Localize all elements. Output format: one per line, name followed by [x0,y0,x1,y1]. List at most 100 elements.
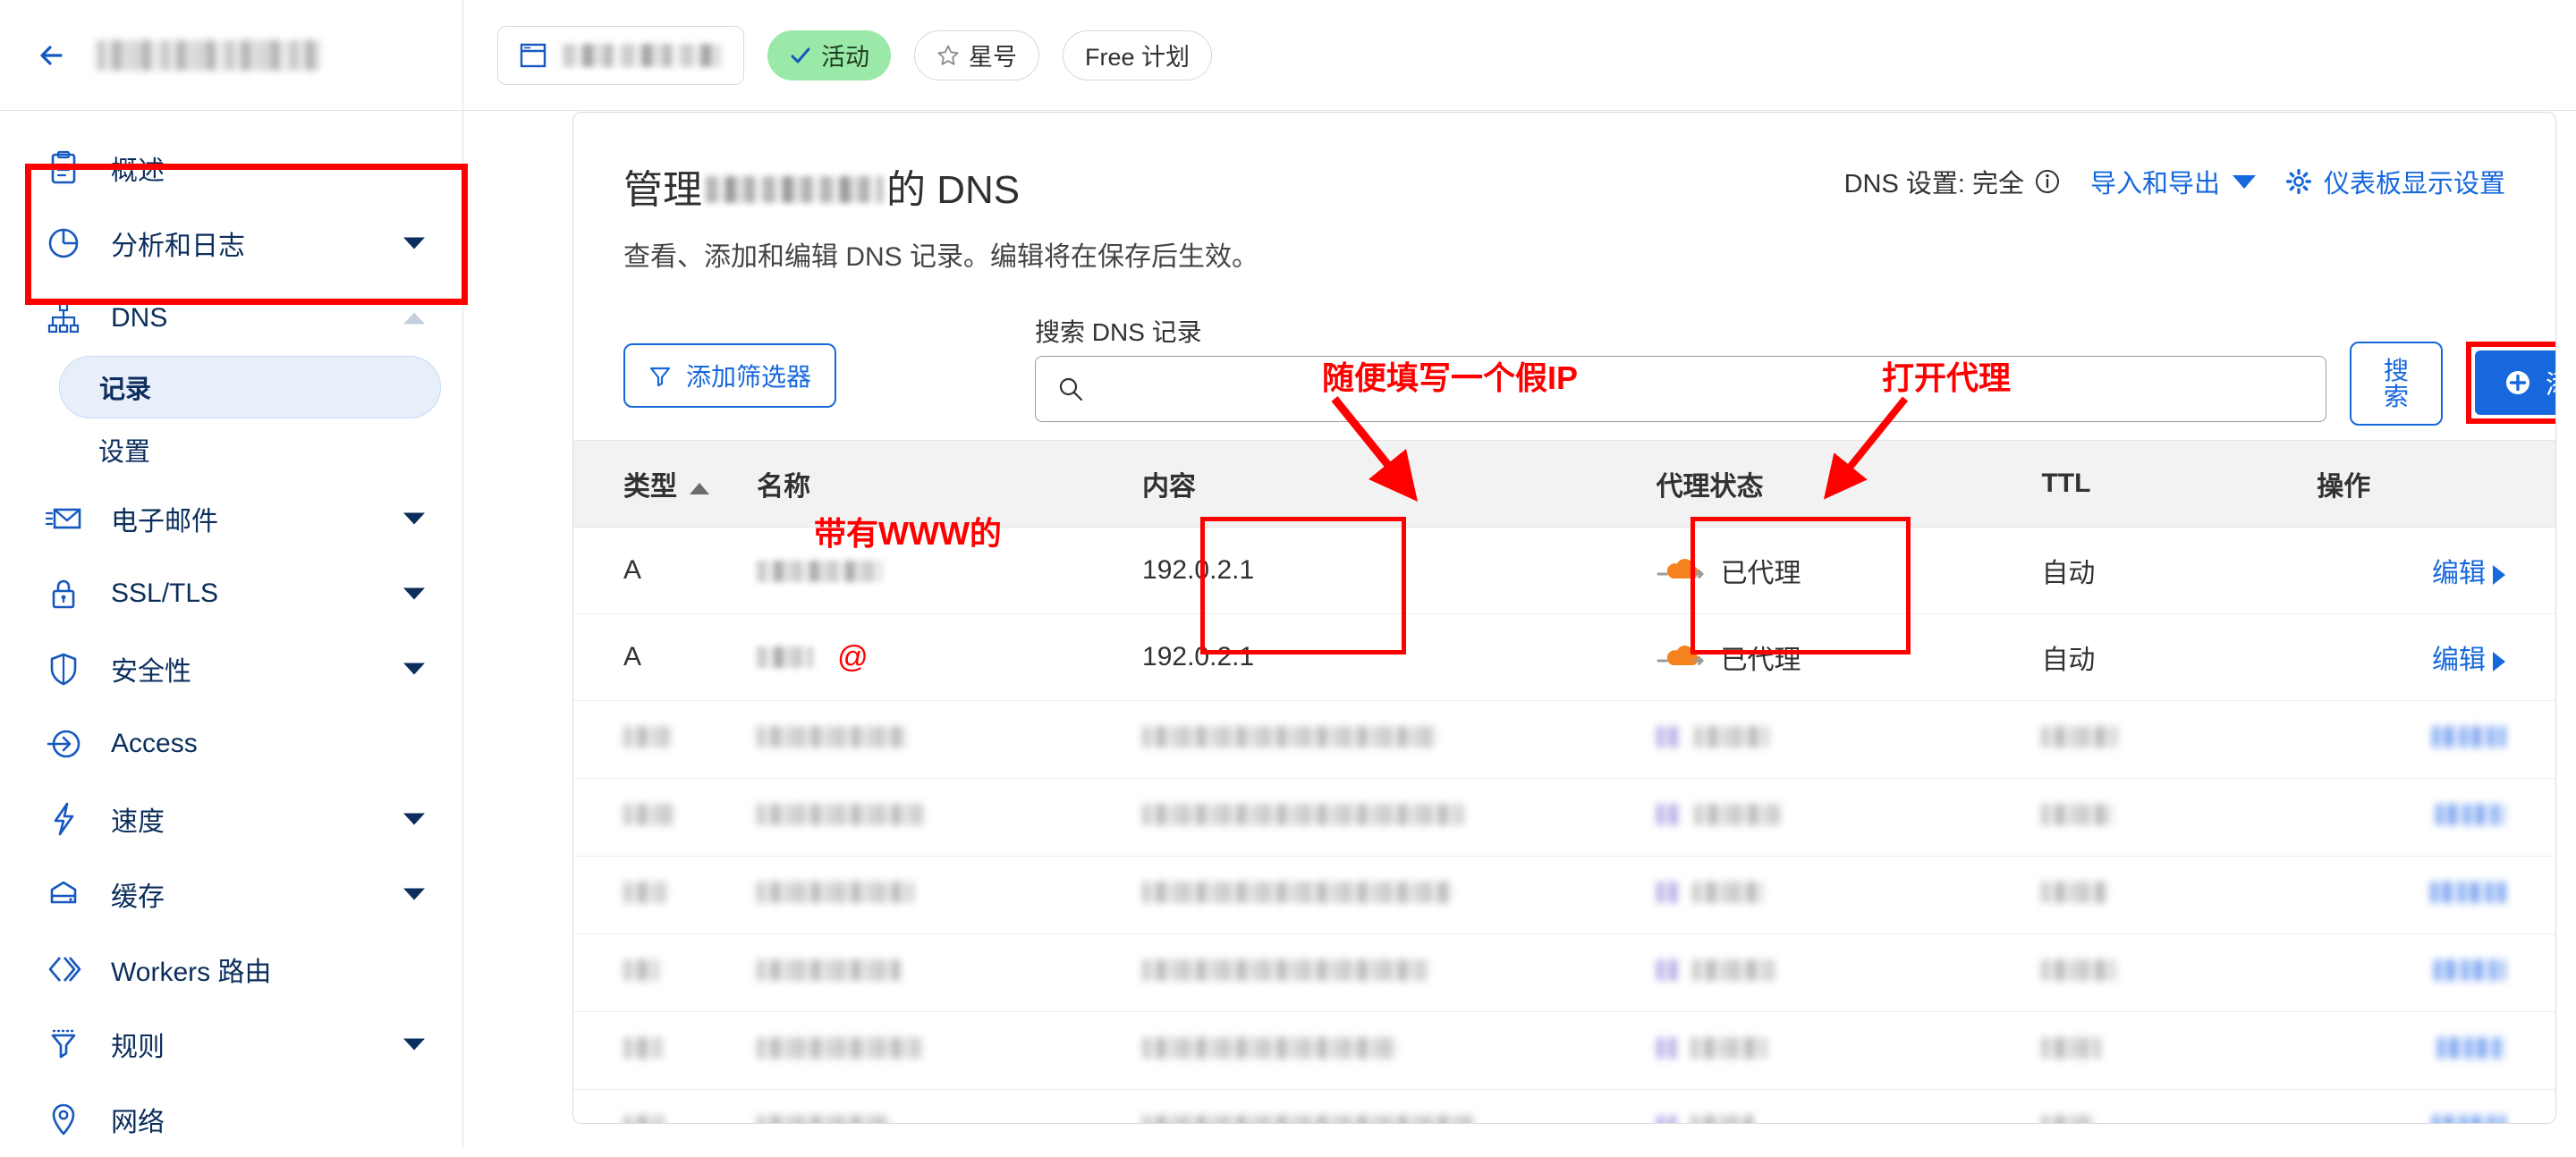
edit-record-link[interactable]: 编辑 [2432,646,2486,675]
cell-proxy-status[interactable] [1656,933,2042,1012]
cell-proxy-status[interactable] [1656,778,2042,857]
cell-actions[interactable]: 编辑 [2317,613,2555,701]
annotation-at-symbol: @ [837,639,869,674]
top-bar: 活动 星号 Free 计划 [0,0,2576,111]
sidebar-item-caching[interactable]: 缓存 [0,857,462,932]
redacted-proxy-icon [1656,804,1680,825]
clipboard-icon [45,149,82,187]
cell-actions[interactable] [2317,1011,2555,1090]
table-row[interactable] [573,933,2555,1012]
redacted-edit-link [2436,804,2505,825]
gear-icon [2285,168,2312,195]
cell-actions[interactable] [2317,778,2555,857]
cell-proxy-status[interactable]: 已代理 [1656,613,2042,701]
site-selector-chip[interactable] [497,25,744,85]
table-row[interactable] [573,856,2555,934]
column-header-label: 操作 [2317,472,2371,502]
cell-content [1142,933,1657,1012]
cell-actions[interactable]: 编辑 [2317,527,2555,614]
cell-proxy-status[interactable] [1656,700,2042,779]
cell-proxy-status[interactable] [1656,856,2042,934]
table-row[interactable]: A 192.0.2.1 已代理 自动 编辑 [573,527,2555,614]
table-row[interactable] [573,778,2555,857]
sidebar-item-dns-records[interactable]: 记录 [59,356,441,418]
sidebar-item-security[interactable]: 安全性 [0,631,462,706]
chevron-down-icon[interactable] [403,888,425,900]
table-row[interactable] [573,1011,2555,1090]
table-row[interactable]: A @ 192.0.2.1 已代理 自动 编辑 [573,613,2555,701]
cell-proxy-status[interactable]: 已代理 [1656,527,2042,614]
redacted-value [757,1037,922,1059]
redacted-value [623,1115,665,1123]
column-header-type[interactable]: 类型 [573,440,758,528]
import-export-button[interactable]: 导入和导出 [2090,163,2256,200]
sidebar-item-label: 电子邮件 [111,507,218,536]
column-header-label: 名称 [757,472,811,502]
star-button[interactable]: 星号 [914,30,1039,80]
chevron-down-icon[interactable] [403,237,425,249]
location-pin-icon [45,1101,82,1138]
cell-proxy-status[interactable] [1656,1011,2042,1090]
back-arrow-icon[interactable] [34,36,73,75]
search-button-label-2: 索 [2383,383,2409,410]
sidebar-item-dns[interactable]: DNS [0,281,462,356]
dashboard-display-settings-button[interactable]: 仪表板显示设置 [2285,163,2505,200]
column-header-name[interactable]: 名称 [757,440,1143,528]
sort-ascending-icon [690,482,709,494]
sidebar-item-ssl-tls[interactable]: SSL/TLS [0,556,462,631]
star-icon [936,44,960,67]
cell-ttl [2041,700,2318,779]
plus-circle-icon [2504,369,2531,396]
sidebar-item-speed[interactable]: 速度 [0,781,462,857]
sidebar-item-label: 分析和日志 [111,232,245,261]
sidebar-item-workers-routes[interactable]: Workers 路由 [0,932,462,1007]
sidebar-item-label: 缓存 [111,883,165,912]
cell-actions[interactable] [2317,856,2555,934]
info-circle-icon[interactable] [2035,169,2060,194]
column-header-ttl[interactable]: TTL [2041,440,2318,528]
edit-record-link[interactable]: 编辑 [2432,559,2486,588]
chevron-down-icon[interactable] [403,1038,425,1051]
cell-actions[interactable] [2317,700,2555,779]
cell-actions[interactable] [2317,933,2555,1012]
add-filter-button[interactable]: 添加筛选器 [623,343,837,408]
table-row[interactable] [573,700,2555,779]
chevron-up-icon[interactable] [403,312,425,325]
sidebar-item-dns-settings[interactable]: 设置 [59,418,441,481]
search-input-wrapper[interactable] [1035,356,2326,422]
cell-actions[interactable] [2317,1089,2555,1123]
sidebar-item-rules[interactable]: 规则 [0,1007,462,1082]
redacted-value [2041,1037,2101,1059]
chevron-down-icon[interactable] [403,663,425,675]
search-button[interactable]: 搜 索 [2350,342,2443,426]
redacted-value [1691,959,1775,981]
cell-ttl [2041,1089,2318,1123]
cell-ttl [2041,1011,2318,1090]
sidebar-item-email[interactable]: 电子邮件 [0,481,462,556]
redacted-value [757,726,908,747]
add-record-button[interactable]: 添加记录 [2475,350,2555,415]
table-row[interactable] [573,1089,2555,1123]
redacted-value [623,726,670,747]
sidebar-item-label: 概述 [111,156,165,186]
chevron-down-icon[interactable] [403,587,425,600]
chevron-down-icon[interactable] [403,512,425,525]
sidebar-item-network[interactable]: 网络 [0,1082,462,1157]
column-header-content[interactable]: 内容 [1142,440,1657,528]
cell-ttl: 自动 [2041,527,2318,614]
column-header-label: 代理状态 [1656,472,1764,502]
cell-proxy-status[interactable] [1656,1089,2042,1123]
sidebar-subitem-label: 设置 [98,438,151,467]
plan-badge[interactable]: Free 计划 [1063,30,1213,80]
table-header-row: 类型 名称 内容 代理状态 TTL 操作 [573,440,2555,528]
cell-name [757,700,1143,779]
chevron-down-icon[interactable] [403,813,425,825]
sidebar-item-access[interactable]: Access [0,706,462,781]
sidebar-item-overview[interactable]: 概述 [0,131,462,206]
column-header-label: TTL [2041,469,2091,498]
redacted-edit-link [2432,726,2505,747]
sidebar-item-analytics[interactable]: 分析和日志 [0,206,462,281]
redacted-value [1693,804,1780,825]
column-header-proxy-status[interactable]: 代理状态 [1656,440,2042,528]
cell-content [1142,1011,1657,1090]
